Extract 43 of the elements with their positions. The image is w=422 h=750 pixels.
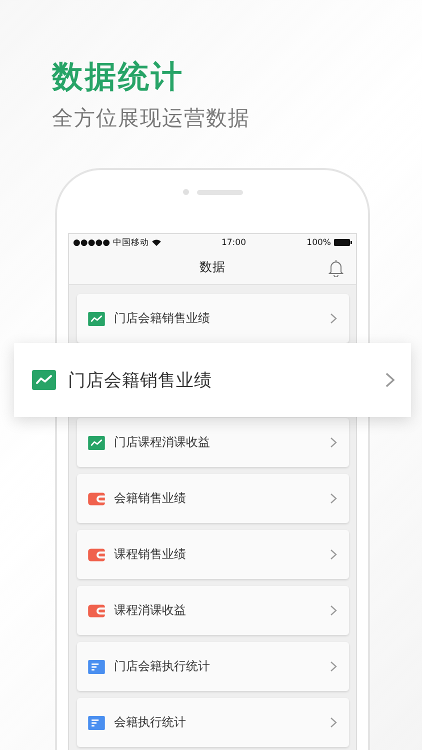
list-item[interactable]: 门店会籍销售业绩 [77, 294, 349, 343]
chevron-icon [330, 661, 337, 672]
list-item[interactable]: 门店课程消课收益 [77, 418, 349, 467]
wallet-icon [88, 604, 105, 618]
carrier-label: ●●●●● 中国移动 [73, 236, 149, 248]
item-label: 门店会籍销售业绩 [114, 310, 211, 327]
item-label: 门店课程消课收益 [114, 434, 211, 451]
status-time: 17:00 [221, 238, 246, 248]
nav-title: 数据 [200, 259, 226, 276]
document-icon [88, 660, 105, 674]
subtitle: 全方位展现运营数据 [52, 105, 251, 132]
list-item[interactable]: 会籍销售业绩 [77, 474, 349, 523]
trend-icon [88, 436, 105, 450]
camera-dot [182, 189, 188, 195]
item-label: 门店会籍销售业绩 [68, 370, 213, 392]
list-item[interactable]: 门店会籍执行统计 [77, 642, 349, 691]
wallet-icon [88, 492, 105, 506]
item-label: 门店会籍执行统计 [114, 658, 211, 675]
chevron-icon [330, 437, 337, 448]
chevron-icon [385, 372, 395, 388]
bell-icon[interactable] [328, 259, 344, 277]
item-label: 会籍销售业绩 [114, 490, 187, 507]
trend-icon [32, 370, 56, 390]
list-item[interactable]: 会籍执行统计 [77, 698, 349, 747]
chevron-icon [330, 605, 337, 616]
item-label: 会籍执行统计 [114, 714, 187, 731]
chevron-icon [330, 313, 337, 324]
speaker-slot [196, 190, 242, 194]
battery-percent: 100% [306, 238, 331, 248]
chevron-icon [330, 717, 337, 728]
chevron-icon [330, 493, 337, 504]
highlighted-list-item[interactable]: 门店会籍销售业绩 [14, 343, 411, 417]
trend-icon [88, 312, 105, 326]
battery-icon [334, 239, 352, 246]
list-item[interactable]: 课程消课收益 [77, 586, 349, 635]
wallet-icon [88, 548, 105, 562]
item-label: 课程销售业绩 [114, 546, 187, 563]
wifi-icon [152, 239, 161, 246]
chevron-icon [330, 549, 337, 560]
headline: 数据统计 [52, 58, 185, 96]
document-icon [88, 716, 105, 730]
item-label: 课程消课收益 [114, 602, 187, 619]
list-item[interactable]: 课程销售业绩 [77, 530, 349, 579]
